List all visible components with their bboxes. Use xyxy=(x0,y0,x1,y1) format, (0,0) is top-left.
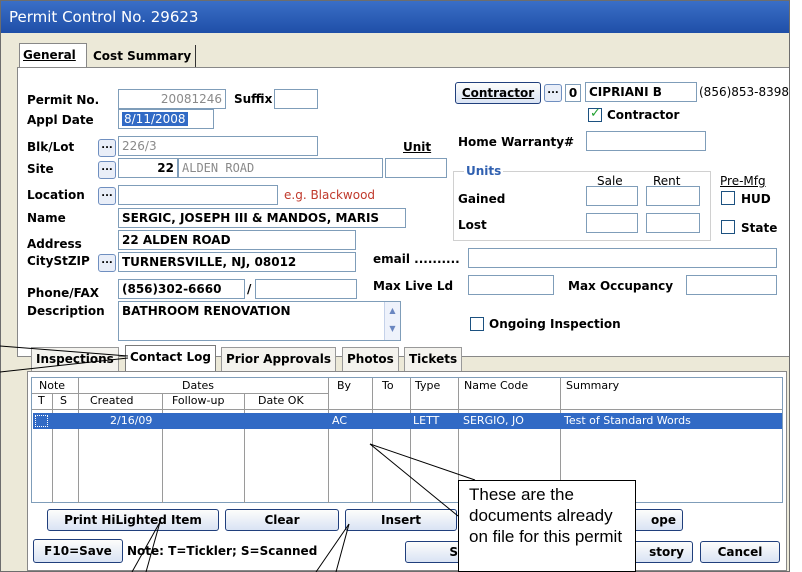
pointer-print xyxy=(131,521,161,572)
callout-pointer-grid xyxy=(369,443,459,517)
pointer-print xyxy=(145,521,161,572)
annotation-callout: These are the documents already on file … xyxy=(458,480,636,572)
callout-pointer-grid xyxy=(369,443,476,481)
pointer-insert xyxy=(335,523,350,572)
pointer-insert xyxy=(315,523,350,572)
callout-pointer-left xyxy=(0,357,129,373)
annotation-lines xyxy=(0,345,476,572)
callout-pointer-left xyxy=(0,345,129,357)
